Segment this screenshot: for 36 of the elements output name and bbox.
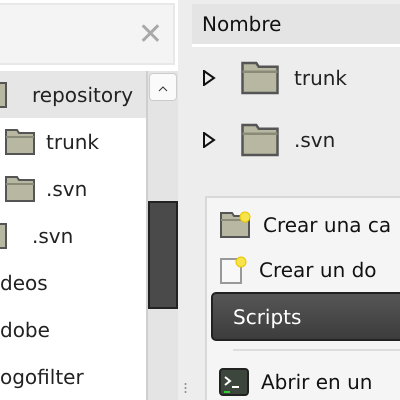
menu-item[interactable]: Abrir en un: [207, 359, 400, 400]
scrollbar[interactable]: [146, 71, 178, 400]
folder-icon: [240, 122, 280, 158]
folder-icon: [240, 60, 280, 96]
tree-item-label: trunk: [46, 130, 99, 154]
expander-icon[interactable]: [202, 132, 216, 148]
tree-item-label: dobe: [0, 318, 50, 342]
folder-icon: [4, 128, 36, 156]
tree-item-label: ogofilter: [0, 364, 84, 388]
menu-item[interactable]: Crear una ca: [207, 202, 400, 247]
folder-icon: [4, 174, 36, 202]
tree-item[interactable]: deos: [0, 259, 146, 306]
tree-item[interactable]: .svn: [0, 165, 146, 212]
new-document-icon: [219, 254, 247, 284]
menu-item[interactable]: Scripts: [211, 292, 400, 341]
file-name: .svn: [294, 128, 336, 152]
folder-icon: [0, 222, 8, 250]
caret-icon: [158, 86, 168, 92]
tree-item[interactable]: repository: [0, 71, 146, 118]
scroll-thumb[interactable]: [148, 201, 178, 309]
tree-item-label: deos: [0, 270, 48, 294]
menu-item[interactable]: Crear un do: [207, 247, 400, 292]
grip-icon[interactable]: [184, 382, 186, 394]
new-folder-icon: [219, 210, 251, 238]
column-header[interactable]: Nombre: [192, 4, 400, 47]
tree-item[interactable]: dobe: [0, 306, 146, 353]
tree-item[interactable]: trunk: [0, 118, 146, 165]
tree-item-label: repository: [32, 82, 134, 106]
file-name: trunk: [294, 66, 347, 90]
expander-icon[interactable]: [202, 70, 216, 86]
folder-icon: [0, 80, 8, 108]
tree-item[interactable]: ogofilter: [0, 353, 146, 400]
tree-item-label: .svn: [46, 176, 88, 200]
tree-item-label: .svn: [32, 224, 74, 248]
terminal-icon: [219, 368, 249, 396]
tree-item[interactable]: .svn: [0, 212, 146, 259]
